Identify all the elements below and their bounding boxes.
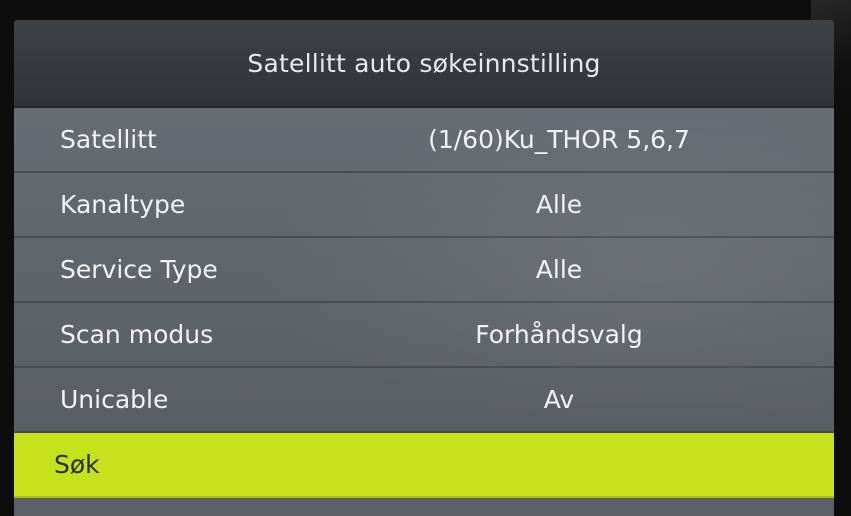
menu-row-value: Alle [535, 190, 583, 219]
menu-row-value: Av [543, 385, 575, 414]
menu-row-label: Scan modus [60, 320, 214, 349]
menu-row-label: Kanaltype [60, 190, 186, 219]
menu-row-satellitt[interactable]: Satellitt (1/60)Ku_THOR 5,6,7 [14, 108, 834, 173]
menu-row-value: Alle [535, 255, 583, 284]
menu-row-label: Satellitt [60, 125, 157, 154]
menu-row-label: Søk [54, 450, 100, 479]
menu-row-label: Service Type [60, 255, 218, 284]
menu-row-sok-button[interactable]: Søk [14, 433, 834, 498]
tv-screen: Satellitt auto søkeinnstilling Satellitt… [14, 20, 834, 516]
menu-row-scan-modus[interactable]: Scan modus Forhåndsvalg [14, 303, 834, 368]
menu-header: Satellitt auto søkeinnstilling [14, 20, 834, 108]
menu-footer [14, 498, 834, 516]
menu-row-unicable[interactable]: Unicable Av [14, 368, 834, 433]
menu-row-label: Unicable [60, 385, 169, 414]
menu-row-value: (1/60)Ku_THOR 5,6,7 [428, 125, 690, 154]
menu-row-kanaltype[interactable]: Kanaltype Alle [14, 173, 834, 238]
menu-row-value: Forhåndsvalg [475, 320, 643, 349]
menu-title: Satellitt auto søkeinnstilling [247, 48, 601, 78]
menu-row-service-type[interactable]: Service Type Alle [14, 238, 834, 303]
